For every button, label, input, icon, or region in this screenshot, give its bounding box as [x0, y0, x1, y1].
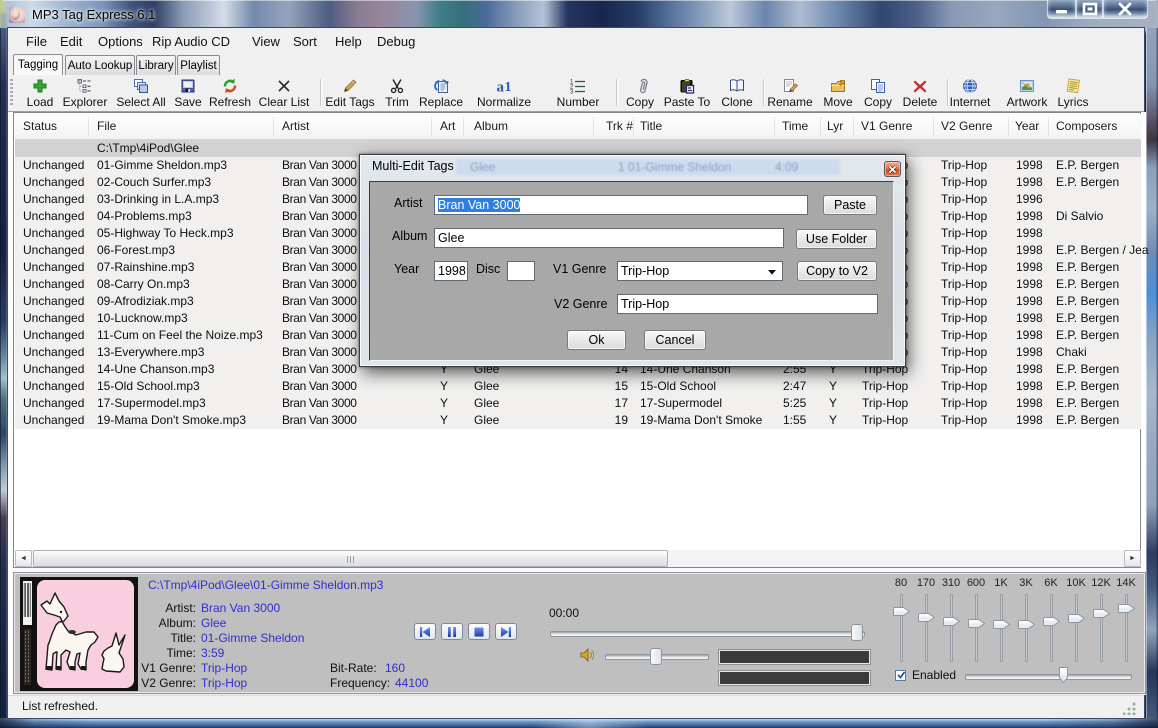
svg-text:a: a — [497, 80, 505, 95]
svg-text:1: 1 — [505, 80, 512, 94]
svg-text:3: 3 — [570, 90, 574, 95]
